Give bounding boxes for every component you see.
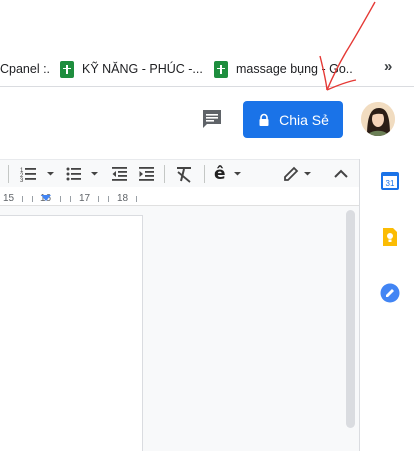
vertical-scrollbar[interactable] (346, 210, 355, 428)
clear-formatting-button[interactable] (175, 164, 193, 184)
bookmark-label: massage bụng - Go... (236, 62, 352, 76)
share-button[interactable]: Chia Sẻ (243, 101, 343, 138)
ruler-tick (22, 196, 23, 202)
bookmark-cpanel[interactable]: Cpanel :. (0, 60, 50, 78)
ruler-tick (98, 196, 99, 202)
increase-indent-icon (139, 167, 154, 181)
svg-text:31: 31 (386, 179, 395, 188)
side-panel: 31 (359, 159, 414, 451)
input-tools-button[interactable]: ê (214, 164, 246, 184)
share-button-label: Chia Sẻ (279, 111, 329, 128)
svg-text:3: 3 (20, 178, 24, 184)
bulleted-list-icon (66, 167, 98, 181)
keep-icon[interactable] (380, 227, 400, 247)
sheets-icon (214, 60, 228, 78)
horizontal-ruler[interactable]: 15 16 17 18 (0, 192, 359, 206)
document-page[interactable] (0, 215, 143, 451)
toolbar-divider (204, 165, 205, 183)
sheets-icon (60, 60, 74, 78)
edit-mode-pencil-icon (284, 166, 311, 181)
bookmark-ky-nang[interactable]: KỸ NĂNG - PHÚC -... (60, 60, 203, 78)
user-avatar[interactable] (361, 102, 395, 136)
toolbar-divider (8, 165, 9, 183)
bookmarks-bar: Cpanel :. KỸ NĂNG - PHÚC -... massage bụ… (0, 0, 414, 87)
editing-mode-button[interactable] (282, 164, 316, 184)
decrease-indent-button[interactable] (111, 164, 129, 184)
ruler-tick (32, 196, 33, 202)
ruler-tick (108, 196, 109, 202)
clear-formatting-icon (177, 167, 191, 183)
chevron-down-icon (233, 172, 241, 176)
bookmark-massage-bung[interactable]: massage bụng - Go... (214, 60, 352, 78)
formatting-toolbar: 1 2 3 ê (0, 159, 359, 187)
document-canvas (0, 206, 359, 451)
indent-marker-icon[interactable] (40, 194, 52, 202)
toolbar-divider (164, 165, 165, 183)
bulleted-list-button[interactable] (66, 164, 104, 184)
calendar-icon[interactable]: 31 (380, 171, 400, 191)
ruler-number: 15 (3, 193, 15, 204)
numbered-list-button[interactable]: 1 2 3 (20, 164, 58, 184)
input-tools-icon: ê (214, 164, 226, 184)
lock-icon (259, 113, 269, 126)
tasks-icon[interactable] (380, 283, 400, 303)
collapse-menu-icon (334, 169, 348, 178)
ruler-tick (60, 196, 61, 202)
bookmark-label: KỸ NĂNG - PHÚC -... (82, 62, 203, 76)
comment-icon[interactable] (201, 109, 223, 129)
ruler-tick (70, 196, 71, 202)
ruler-number: 18 (117, 193, 129, 204)
ruler-number: 17 (79, 193, 91, 204)
collapse-menu-button[interactable] (332, 164, 350, 184)
numbered-list-icon: 1 2 3 (20, 168, 54, 184)
increase-indent-button[interactable] (138, 164, 156, 184)
decrease-indent-icon (112, 167, 127, 181)
ruler-tick (136, 196, 137, 202)
more-bookmarks-chevron-icon[interactable]: » (384, 58, 392, 75)
bookmark-label: Cpanel :. (0, 62, 51, 76)
